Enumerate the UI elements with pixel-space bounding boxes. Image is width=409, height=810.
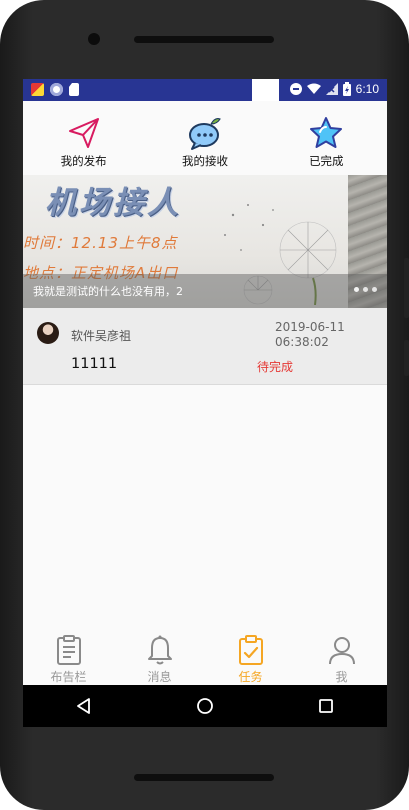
nav-bulletin-board[interactable]: 布告栏 — [23, 627, 114, 685]
nav-label: 消息 — [147, 670, 172, 684]
system-navigation-bar — [23, 685, 387, 727]
star-icon — [310, 117, 343, 148]
paper-plane-icon — [68, 118, 99, 148]
app-notification-icon — [31, 83, 44, 96]
avatar — [37, 322, 59, 344]
status-badge: 待完成 — [257, 360, 294, 374]
tab-label: 我的接收 — [181, 154, 228, 168]
task-date: 2019-06-11 — [275, 320, 345, 334]
nav-tasks[interactable]: 任务 — [205, 627, 296, 685]
phone-frame: 6:10 我的发布 我的接收 已完成 机场接人 时间：12.13上午8点 地点：… — [0, 0, 409, 810]
bell-icon — [147, 635, 172, 665]
nav-label: 布告栏 — [50, 670, 87, 684]
top-tabs: 我的发布 我的接收 已完成 — [23, 101, 387, 175]
carousel-dot[interactable] — [363, 287, 368, 292]
recents-icon[interactable] — [316, 696, 336, 716]
signal-off-icon — [325, 83, 338, 95]
task-time: 06:38:02 — [275, 335, 329, 349]
person-icon — [328, 637, 355, 665]
banner-title: 机场接人 — [45, 185, 181, 221]
power-button — [404, 340, 409, 376]
banner-caption: 我就是测试的什么也没有用，2 — [33, 285, 183, 298]
tab-completed[interactable]: 已完成 — [266, 101, 387, 175]
home-icon[interactable] — [195, 696, 215, 716]
do-not-disturb-icon — [289, 83, 302, 95]
sd-card-icon — [69, 83, 79, 96]
nav-label: 任务 — [238, 670, 263, 684]
tab-label: 我的发布 — [60, 154, 107, 168]
bottom-speaker — [134, 774, 274, 781]
clipboard-check-icon — [238, 635, 263, 665]
nav-messages[interactable]: 消息 — [114, 627, 205, 685]
carousel-indicator — [354, 287, 377, 292]
back-icon[interactable] — [74, 696, 94, 716]
task-list-item[interactable]: 软件吴彦祖 2019-06-11 06:38:02 11111 待完成 — [23, 308, 387, 385]
tab-label: 已完成 — [309, 154, 344, 168]
wifi-icon — [306, 83, 321, 94]
chat-bubble-icon — [188, 117, 221, 150]
nav-me[interactable]: 我 — [296, 627, 387, 685]
status-bar: 6:10 — [23, 79, 387, 101]
task-title: 11111 — [71, 356, 118, 372]
carousel-dot[interactable] — [354, 287, 359, 292]
clock: 6:10 — [355, 82, 379, 96]
bottom-navigation: 布告栏 消息 任务 我 — [23, 627, 387, 685]
battery-charging-icon — [342, 82, 351, 96]
bulletin-board-icon — [56, 635, 81, 665]
tab-my-published[interactable]: 我的发布 — [23, 101, 144, 175]
tab-my-received[interactable]: 我的接收 — [144, 101, 265, 175]
banner-carousel[interactable]: 机场接人 时间：12.13上午8点 地点：正定机场A出口 我就是测试的什么也没有… — [23, 175, 387, 308]
circle-status-icon — [50, 83, 63, 96]
status-bar-blank — [252, 79, 279, 101]
screen: 6:10 我的发布 我的接收 已完成 机场接人 时间：12.13上午8点 地点：… — [23, 79, 387, 727]
task-timestamp: 2019-06-11 06:38:02 — [275, 320, 345, 350]
task-user-name: 软件吴彦祖 — [71, 329, 132, 343]
banner-time-text: 时间：12.13上午8点 — [23, 234, 178, 252]
front-camera — [88, 33, 100, 45]
volume-button — [404, 258, 409, 318]
carousel-dot[interactable] — [372, 287, 377, 292]
nav-label: 我 — [335, 670, 348, 684]
earpiece-speaker — [134, 36, 274, 43]
